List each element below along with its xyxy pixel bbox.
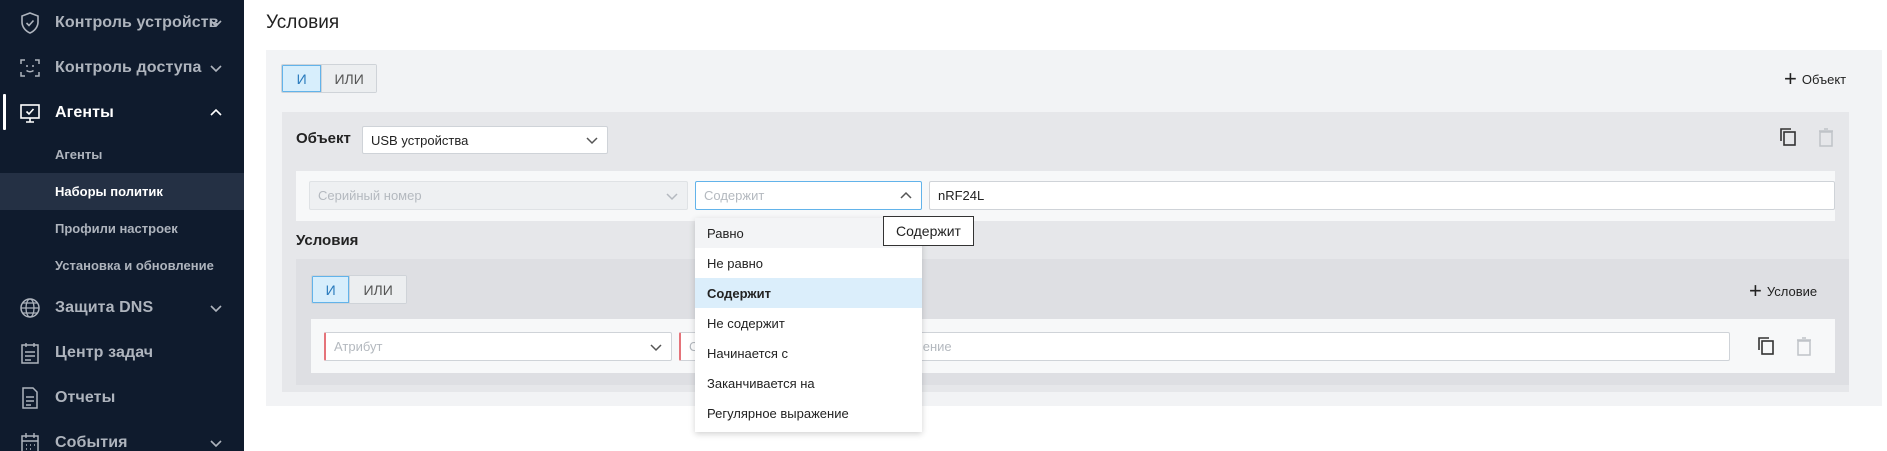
sidebar-item-dns-protection[interactable]: Защита DNS	[0, 285, 244, 330]
sidebar-item-device-control[interactable]: Контроль устройств	[0, 0, 244, 45]
page-title: Условия	[266, 12, 339, 34]
conditions-label: Условия	[296, 232, 358, 249]
operator-dropdown: Равно Не равно Содержит Не содержит Начи…	[695, 218, 922, 432]
chevron-down-icon	[585, 133, 599, 147]
sidebar-item-access-control[interactable]: Контроль доступа	[0, 45, 244, 90]
dropdown-option[interactable]: Начинается с	[695, 338, 922, 368]
sidebar: Контроль устройств Контроль доступа Аген…	[0, 0, 244, 451]
chevron-up-icon	[208, 105, 224, 121]
dropdown-option[interactable]: Не равно	[695, 248, 922, 278]
document-icon	[19, 387, 41, 409]
dropdown-option[interactable]: Заканчивается на	[695, 368, 922, 398]
dropdown-option-selected[interactable]: Содержит	[695, 278, 922, 308]
tooltip: Содержит	[883, 216, 974, 246]
logic-and-button[interactable]: И	[282, 65, 321, 92]
conditions-logic-toggle: И ИЛИ	[311, 275, 407, 304]
object-type-value: USB устройства	[371, 133, 468, 148]
sidebar-item-events[interactable]: События	[0, 420, 244, 451]
attribute-select[interactable]: Атрибут	[324, 332, 672, 361]
globe-icon	[19, 297, 41, 319]
chevron-down-icon	[208, 300, 224, 316]
condition-value-input[interactable]: ачение	[900, 332, 1730, 361]
sidebar-subitem-policy-sets[interactable]: Наборы политик	[0, 173, 244, 210]
add-condition-label: Условие	[1767, 284, 1817, 299]
plus-icon: +	[1749, 282, 1762, 300]
operator-select[interactable]: Содержит	[695, 181, 922, 210]
chevron-down-icon	[208, 435, 224, 451]
copy-icon[interactable]	[1777, 126, 1799, 148]
sidebar-item-label: Центр задач	[55, 344, 153, 362]
dropdown-option[interactable]: Регулярное выражение	[695, 398, 922, 428]
sidebar-subitem-agents[interactable]: Агенты	[0, 136, 244, 173]
chevron-down-icon	[208, 15, 224, 31]
sidebar-item-label: Отчеты	[55, 389, 115, 407]
sidebar-item-label: Контроль доступа	[55, 59, 202, 77]
add-object-button[interactable]: + Объект	[1784, 70, 1846, 88]
property-field-select[interactable]: Серийный номер	[309, 181, 688, 210]
sidebar-subitem-label: Профили настроек	[55, 221, 178, 236]
chevron-down-icon	[208, 60, 224, 76]
sidebar-subitem-label: Наборы политик	[55, 184, 163, 199]
attribute-placeholder: Атрибут	[334, 339, 382, 354]
sidebar-item-label: События	[55, 434, 128, 451]
sidebar-subitem-install-update[interactable]: Установка и обновление	[0, 247, 244, 284]
plus-icon: +	[1784, 70, 1797, 88]
property-field-placeholder: Серийный номер	[318, 188, 422, 203]
sidebar-item-agents[interactable]: Агенты	[0, 90, 244, 135]
conditions-and-button[interactable]: И	[312, 276, 349, 303]
shield-check-icon	[19, 12, 41, 34]
logic-toggle: И ИЛИ	[281, 64, 377, 93]
dropdown-option[interactable]: Не содержит	[695, 308, 922, 338]
operator-placeholder: Содержит	[704, 188, 764, 203]
copy-icon[interactable]	[1755, 335, 1777, 357]
clipboard-list-icon	[19, 342, 41, 364]
chevron-down-icon	[649, 340, 663, 354]
add-object-label: Объект	[1802, 72, 1846, 87]
sidebar-item-label: Защита DNS	[55, 299, 153, 317]
scan-face-icon	[19, 57, 41, 79]
trash-icon[interactable]	[1793, 335, 1815, 357]
sidebar-item-reports[interactable]: Отчеты	[0, 375, 244, 420]
monitor-check-icon	[19, 102, 41, 124]
trash-icon[interactable]	[1815, 126, 1837, 148]
logic-or-button[interactable]: ИЛИ	[321, 65, 376, 92]
sidebar-item-task-center[interactable]: Центр задач	[0, 330, 244, 375]
value-text: nRF24L	[938, 188, 984, 203]
object-type-select[interactable]: USB устройства	[362, 126, 608, 154]
add-condition-button[interactable]: + Условие	[1749, 282, 1817, 300]
sidebar-item-label: Агенты	[55, 104, 114, 122]
sidebar-subitem-label: Установка и обновление	[55, 258, 214, 273]
chevron-down-icon	[665, 189, 679, 203]
object-label: Объект	[296, 130, 351, 147]
sidebar-item-label: Контроль устройств	[55, 14, 219, 32]
calendar-icon	[19, 432, 41, 451]
value-input[interactable]: nRF24L	[929, 181, 1835, 210]
sidebar-subitem-label: Агенты	[55, 147, 102, 162]
conditions-or-button[interactable]: ИЛИ	[349, 276, 406, 303]
chevron-up-icon	[899, 189, 913, 203]
sidebar-subitem-settings-profiles[interactable]: Профили настроек	[0, 210, 244, 247]
